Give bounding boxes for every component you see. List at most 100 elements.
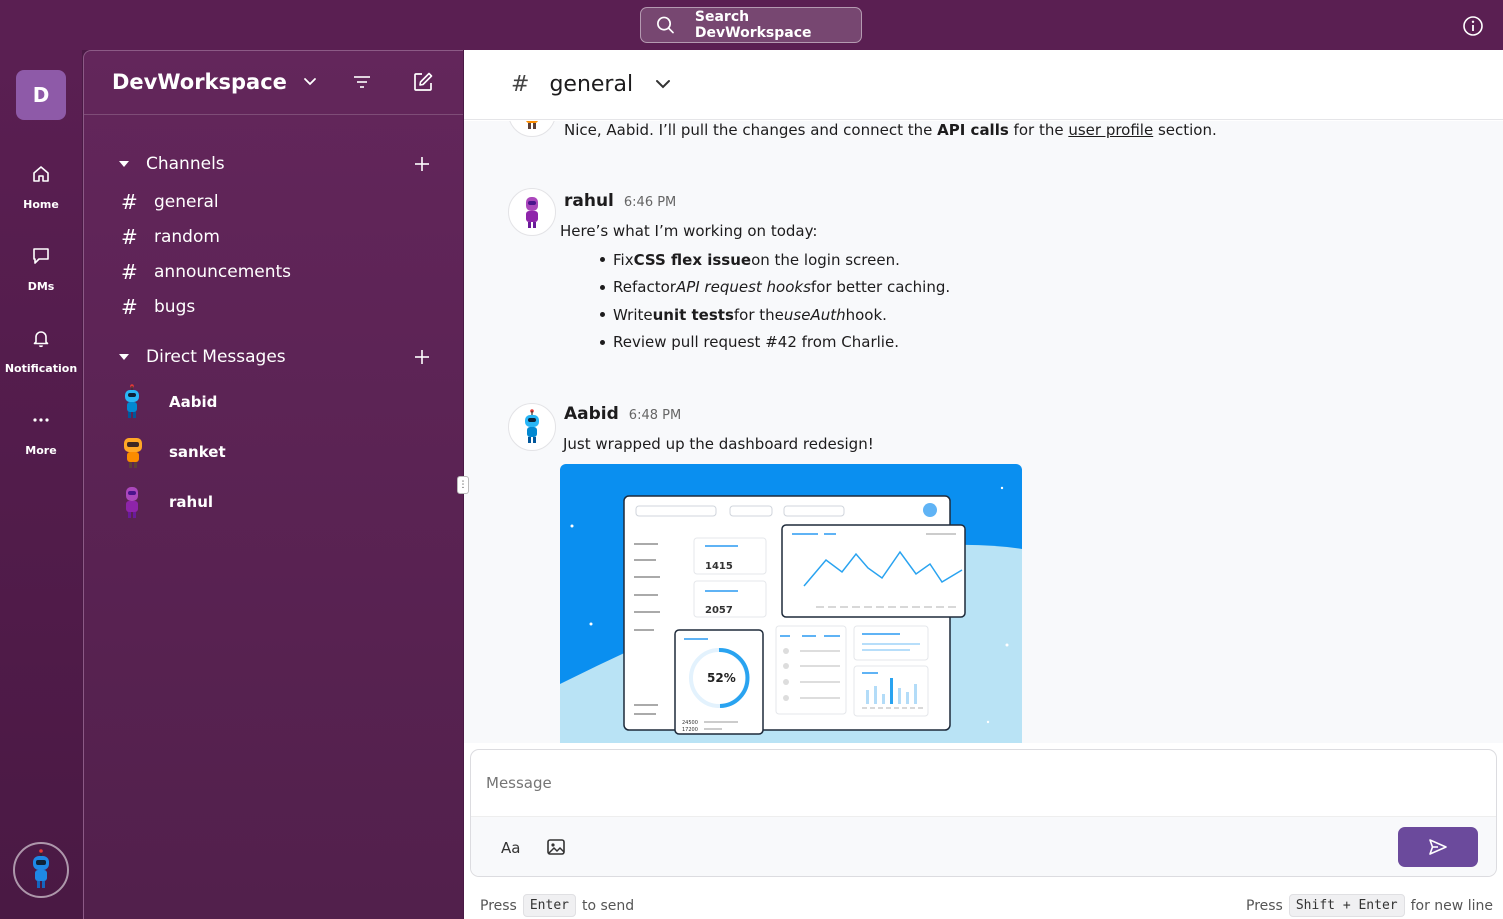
avatar bbox=[121, 484, 169, 520]
sidebar-channel-bugs[interactable]: # bugs bbox=[121, 295, 195, 319]
rail-home[interactable]: Home bbox=[0, 164, 82, 211]
orange-robot-avatar-icon bbox=[526, 121, 538, 129]
message-author: rahul 6:46 PM bbox=[564, 191, 676, 211]
author-name[interactable]: rahul bbox=[564, 191, 614, 211]
image-stat-2: 2057 bbox=[705, 605, 733, 616]
search-icon bbox=[657, 16, 674, 34]
dm-label: Aabid bbox=[169, 393, 218, 411]
avatar[interactable] bbox=[508, 121, 556, 137]
list-item: Review pull request #42 from Charlie. bbox=[600, 329, 950, 357]
channel-header: # general bbox=[464, 50, 1503, 120]
message-time: 6:46 PM bbox=[623, 195, 677, 210]
list-item: Refactor API request hooks for better ca… bbox=[600, 274, 950, 302]
bell-icon bbox=[33, 331, 49, 348]
avatar bbox=[121, 384, 169, 420]
orange-robot-avatar-icon bbox=[124, 438, 142, 468]
search-label: Search DevWorkspace bbox=[694, 9, 812, 41]
rail-more-label: More bbox=[25, 444, 57, 457]
current-user-avatar[interactable] bbox=[13, 842, 69, 898]
enter-key: Enter bbox=[522, 894, 576, 917]
send-button[interactable] bbox=[1398, 827, 1478, 867]
sidebar-dm-sanket[interactable]: sanket bbox=[121, 434, 226, 470]
caret-down-icon bbox=[119, 354, 129, 360]
sidebar-dm-aabid[interactable]: Aabid bbox=[121, 384, 217, 420]
dms-label: Direct Messages bbox=[146, 347, 286, 367]
image-progress-label: 52% bbox=[707, 671, 736, 685]
image-meta-1: 24500 bbox=[682, 720, 698, 726]
caret-down-icon bbox=[119, 161, 129, 167]
image-upload-icon[interactable] bbox=[546, 837, 566, 857]
message-icon bbox=[33, 248, 49, 264]
channels-label: Channels bbox=[146, 154, 225, 174]
message-input[interactable] bbox=[471, 750, 1496, 816]
channel-label: random bbox=[154, 227, 220, 247]
message-text: Just wrapped up the dashboard redesign! bbox=[563, 435, 874, 453]
blue-robot-avatar-icon bbox=[525, 409, 539, 443]
sidebar-dm-rahul[interactable]: rahul bbox=[121, 484, 213, 520]
sidebar-channel-announcements[interactable]: # announcements bbox=[121, 260, 291, 284]
add-channel-icon[interactable] bbox=[414, 156, 430, 172]
hash-icon: # bbox=[121, 295, 138, 319]
task-list: Fix CSS flex issue on the login screen. … bbox=[600, 246, 950, 356]
workspace-rail: D Home DMs Notification More bbox=[0, 50, 82, 919]
workspace-avatar[interactable]: D bbox=[16, 70, 66, 120]
shift-enter-key: Shift + Enter bbox=[1288, 894, 1405, 917]
search-bar[interactable]: Search DevWorkspace bbox=[640, 7, 862, 43]
compose-icon[interactable] bbox=[412, 71, 434, 93]
message-time: 6:48 PM bbox=[628, 408, 682, 423]
list-item: Fix CSS flex issue on the login screen. bbox=[600, 246, 950, 274]
top-bar: Search DevWorkspace bbox=[0, 0, 1503, 50]
hash-icon: # bbox=[121, 225, 138, 249]
list-item: Write unit tests for the useAuth hook. bbox=[600, 301, 950, 329]
message-text: Here’s what I’m working on today: bbox=[560, 222, 818, 240]
dm-label: rahul bbox=[169, 493, 214, 511]
channel-sidebar: DevWorkspace Channels # general # random #… bbox=[83, 50, 463, 919]
channels-section-header[interactable]: Channels bbox=[118, 154, 438, 174]
add-dm-icon[interactable] bbox=[414, 349, 430, 365]
info-icon[interactable] bbox=[1462, 15, 1484, 37]
text-format-button[interactable]: Aa bbox=[501, 839, 520, 857]
avatar bbox=[121, 434, 169, 470]
image-meta-2: 17200 bbox=[682, 727, 698, 733]
robot-avatar-icon bbox=[33, 849, 49, 888]
hash-icon: # bbox=[121, 260, 138, 284]
purple-robot-avatar-icon bbox=[126, 487, 138, 518]
blue-robot-avatar-icon bbox=[125, 384, 139, 418]
message-text: Nice, Aabid. I’ll pull the changes and c… bbox=[564, 121, 1217, 139]
dm-label: sanket bbox=[169, 443, 226, 461]
hash-icon: # bbox=[511, 72, 530, 97]
rail-notification[interactable]: Notification bbox=[0, 328, 82, 375]
avatar[interactable] bbox=[508, 403, 556, 451]
channel-label: announcements bbox=[154, 262, 292, 282]
chevron-down-icon[interactable] bbox=[655, 79, 671, 90]
dms-section-header[interactable]: Direct Messages bbox=[118, 347, 438, 367]
channel-main: # general Nice, Aabid. I’ll pull the cha… bbox=[464, 50, 1503, 919]
purple-robot-avatar-icon bbox=[526, 197, 538, 228]
image-stat-1: 1415 bbox=[705, 561, 733, 572]
rail-home-label: Home bbox=[23, 198, 59, 211]
workspace-switcher[interactable]: DevWorkspace bbox=[112, 70, 317, 94]
rail-dms[interactable]: DMs bbox=[0, 246, 82, 293]
sidebar-channel-random[interactable]: # random bbox=[121, 225, 220, 249]
hash-icon: # bbox=[121, 190, 138, 214]
rail-more[interactable]: More bbox=[0, 410, 82, 457]
channel-title[interactable]: general bbox=[549, 72, 633, 97]
more-icon bbox=[33, 418, 49, 422]
sidebar-resize-handle[interactable]: ⋮ bbox=[457, 476, 469, 494]
channel-label: general bbox=[154, 192, 219, 212]
message-author: Aabid 6:48 PM bbox=[564, 404, 681, 424]
dashboard-image-attachment[interactable]: 1415 2057 52% 24500 17200 bbox=[560, 464, 1022, 743]
sidebar-channel-general[interactable]: # general bbox=[121, 190, 219, 214]
send-icon bbox=[1429, 839, 1447, 855]
channel-label: bugs bbox=[154, 297, 196, 317]
rail-notification-label: Notification bbox=[4, 362, 78, 375]
home-icon bbox=[33, 166, 49, 182]
user-profile-link[interactable]: user profile bbox=[1068, 121, 1153, 139]
filter-icon[interactable] bbox=[352, 73, 372, 91]
message-list[interactable]: Nice, Aabid. I’ll pull the changes and c… bbox=[464, 121, 1503, 743]
author-name[interactable]: Aabid bbox=[564, 404, 619, 424]
rail-dms-label: DMs bbox=[27, 280, 55, 293]
sidebar-header: DevWorkspace bbox=[84, 51, 463, 115]
workspace-name: DevWorkspace bbox=[112, 70, 287, 94]
avatar[interactable] bbox=[508, 188, 556, 236]
